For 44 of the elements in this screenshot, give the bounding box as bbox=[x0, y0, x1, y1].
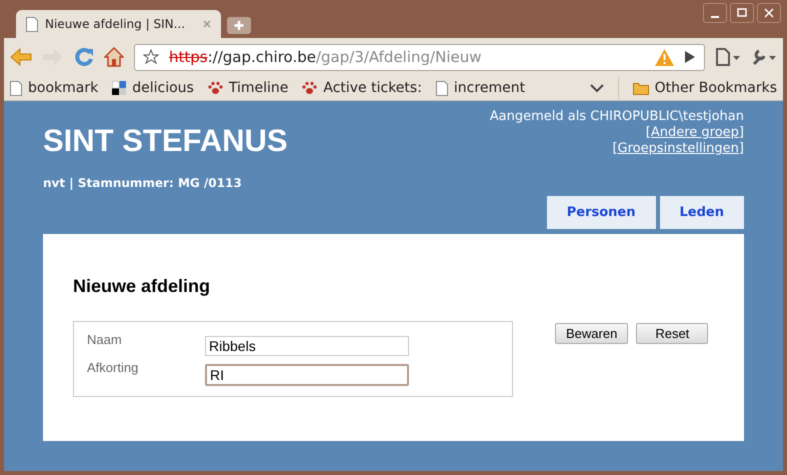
back-icon[interactable] bbox=[10, 48, 32, 66]
bookmark-item[interactable]: Timeline bbox=[208, 80, 288, 96]
reload-icon[interactable] bbox=[74, 47, 94, 67]
page-heading: Nieuwe afdeling bbox=[73, 276, 212, 297]
nav-tab[interactable]: Leden bbox=[660, 196, 744, 229]
minimize-button[interactable] bbox=[703, 3, 727, 23]
page-icon bbox=[436, 80, 448, 96]
folder-icon bbox=[632, 81, 649, 95]
browser-tab[interactable]: Nieuwe afdeling | SIN... bbox=[16, 10, 221, 38]
squares-icon bbox=[112, 81, 126, 95]
header-link[interactable]: [Groepsinstellingen] bbox=[612, 141, 744, 157]
group-title: SINT STEFANUS bbox=[43, 123, 288, 159]
header-link[interactable]: [Andere groep] bbox=[646, 125, 744, 141]
paw-icon bbox=[208, 81, 223, 95]
paw-icon bbox=[302, 81, 318, 95]
form-button[interactable]: Reset bbox=[636, 323, 708, 344]
page-icon bbox=[26, 16, 38, 32]
form-button[interactable]: Bewaren bbox=[555, 323, 628, 344]
bookmark-item[interactable]: increment bbox=[436, 80, 526, 96]
field-label: Naam bbox=[87, 332, 123, 347]
minimize-icon bbox=[711, 16, 719, 18]
text-field[interactable]: RI bbox=[205, 364, 409, 386]
bookmark-item[interactable]: delicious bbox=[112, 80, 194, 96]
page-icon bbox=[10, 80, 22, 96]
login-text: Aangemeld als CHIROPUBLIC\testjohan bbox=[490, 109, 744, 125]
home-icon[interactable] bbox=[104, 47, 124, 67]
close-button[interactable] bbox=[757, 3, 781, 23]
maximize-icon bbox=[737, 8, 747, 18]
address-bar[interactable]: https://gap.chiro.be/gap/3/Afdeling/Nieuw bbox=[134, 44, 705, 70]
wrench-icon[interactable] bbox=[751, 48, 777, 66]
play-icon[interactable] bbox=[684, 50, 696, 64]
nav-tab[interactable]: Personen bbox=[546, 196, 656, 229]
field-label: Afkorting bbox=[87, 360, 140, 375]
group-subtitle: nvt | Stamnummer: MG /0113 bbox=[43, 176, 243, 190]
text-field[interactable]: Ribbels bbox=[205, 336, 409, 356]
maximize-button[interactable] bbox=[730, 3, 754, 23]
star-icon[interactable] bbox=[143, 49, 159, 65]
close-icon bbox=[764, 8, 774, 18]
other-bookmarks[interactable]: Other Bookmarks bbox=[632, 80, 777, 96]
chevron-icon[interactable] bbox=[590, 83, 604, 93]
page-menu-icon[interactable] bbox=[715, 48, 741, 66]
bookmark-item[interactable]: bookmark bbox=[10, 80, 98, 96]
new-tab-icon[interactable] bbox=[227, 17, 251, 34]
bookmark-item[interactable]: Active tickets: bbox=[302, 80, 422, 96]
